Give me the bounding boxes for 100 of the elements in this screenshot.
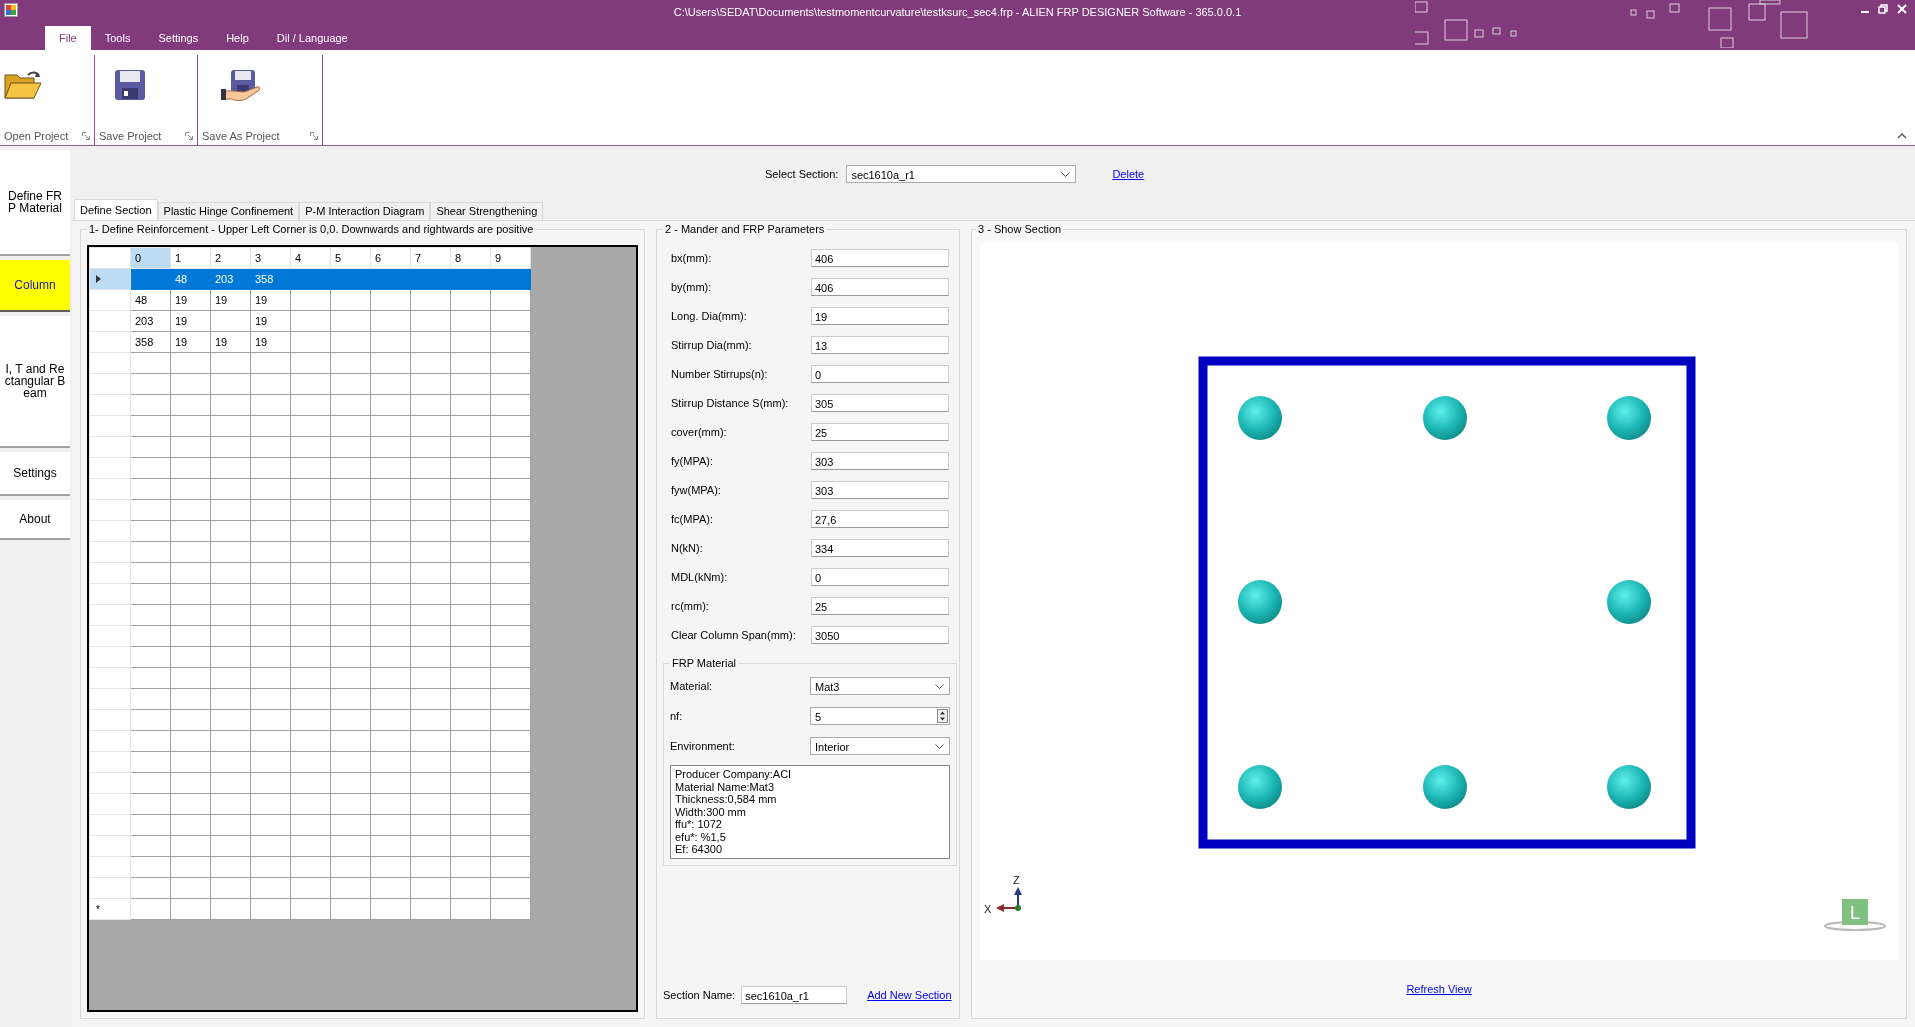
material-info-box[interactable]: Producer Company:ACI Material Name:Mat3 Thickness:0,584 mm Width:300 mm ffu*: 1072 efu*: %1,5 Ef: 64300 [670, 765, 950, 859]
menu-tab[interactable]: Help [212, 26, 263, 50]
field-label: N(kN): [671, 541, 704, 554]
field-label: nf: [670, 710, 684, 722]
tab[interactable]: P-M Interaction Diagram [299, 202, 431, 220]
field-label: fyw(MPA): [671, 483, 722, 496]
ribbon-button[interactable]: Save Project [97, 55, 164, 145]
menu-tab[interactable]: File [45, 26, 91, 50]
column-header[interactable]: 3 [250, 247, 291, 269]
column-header[interactable]: 0 [130, 247, 171, 269]
text-field[interactable]: 305 [811, 393, 949, 412]
viewport[interactable]: Z X L [980, 243, 1898, 960]
column-header[interactable]: 8 [450, 247, 491, 269]
column-header[interactable]: 2 [210, 247, 251, 269]
text-field[interactable]: 13 [811, 335, 949, 354]
text-field[interactable]: 25 [811, 596, 949, 615]
sidebar-item[interactable]: Settings [0, 452, 70, 496]
column-header[interactable]: 7 [410, 247, 451, 269]
tab[interactable]: Plastic Hinge Confinement [157, 202, 300, 220]
environment-dropdown[interactable]: Interior [810, 737, 950, 755]
caret-icon[interactable] [1897, 133, 1907, 139]
field-label: fy(MPA): [671, 454, 714, 467]
table-cell: 19 [175, 336, 188, 348]
close-icon[interactable] [1897, 4, 1907, 14]
column-header[interactable]: 6 [370, 247, 411, 269]
ribbon-button[interactable]: Save As Project [200, 55, 282, 145]
dialog-launcher-icon[interactable] [310, 132, 318, 140]
group-title: 1- Define Reinforcement - Upper Left Corner is 0,0. Downwards and rightwards are positive [88, 223, 535, 235]
ribbon-button[interactable]: Open Project [2, 55, 71, 145]
sidebar-item[interactable]: I, T and Rectangular Beam [0, 316, 70, 448]
field-label: MDL(kNm): [671, 570, 729, 583]
caret-icon [1061, 172, 1071, 177]
table-cell: 19 [175, 294, 188, 306]
group-title: FRP Material [671, 657, 737, 669]
text-field[interactable]: 303 [811, 480, 949, 499]
table-cell: 203 [215, 273, 234, 285]
row-header[interactable] [89, 268, 131, 290]
field-label: Section Name: [663, 989, 736, 1001]
table-cell: 48 [175, 273, 188, 285]
material-dropdown[interactable]: Mat3 [810, 677, 950, 695]
menu-tab[interactable]: Tools [90, 26, 145, 50]
app-icon [4, 3, 18, 17]
text-field[interactable]: sec1610a_r1 [741, 986, 848, 1004]
field-label: Number Stirrups(n): [671, 367, 769, 380]
axis-label: Z [1013, 874, 1020, 886]
text-field[interactable]: 25 [811, 422, 949, 441]
delete-link[interactable]: Delete [1112, 168, 1145, 180]
group-title: 2 - Mander and FRP Parameters [664, 223, 826, 235]
refresh-view-link[interactable]: Refresh View [1406, 983, 1472, 995]
field-label: by(mm): [671, 280, 713, 293]
text-field[interactable]: 406 [811, 248, 949, 267]
dialog-launcher-icon[interactable] [185, 132, 193, 140]
column-header[interactable]: 9 [490, 247, 531, 269]
table-cell: 19 [215, 336, 228, 348]
text-field[interactable]: 0 [811, 364, 949, 383]
text-field[interactable]: 27,6 [811, 509, 949, 528]
text-field[interactable]: 0 [811, 567, 949, 586]
axis-label: X [984, 903, 992, 915]
window-title: C:\Users\SEDAT\Documents\testmomentcurvature\testksurc_sec4.frp - ALIEN FRP DESIGNER Software - 365.0.0.1 [673, 6, 1242, 18]
field-label: Long. Dia(mm): [671, 309, 748, 322]
field-label: cover(mm): [671, 425, 728, 438]
text-field[interactable]: 19 [811, 306, 949, 325]
caret-icon [935, 744, 944, 749]
field-label: bx(mm): [671, 251, 713, 264]
text-field[interactable]: 303 [811, 451, 949, 470]
tab[interactable]: Shear Strengthening [430, 202, 544, 220]
sidebar-item[interactable]: Define FRP Material [0, 150, 70, 256]
restore-icon[interactable] [1878, 4, 1889, 14]
data-grid[interactable]: 0 1 2 3 4 5 6 7 8 9 48 203 358 48 19 19 19 203 19 19 358 19 19 19 * [87, 245, 638, 1012]
text-field[interactable]: 3050 [811, 625, 949, 644]
field-label: fc(MPA): [671, 512, 714, 525]
caret-icon [935, 684, 944, 689]
text-field[interactable]: 406 [811, 277, 949, 296]
sidebar-item[interactable]: Column [0, 260, 70, 312]
field-label: Environment: [670, 740, 736, 752]
table-cell: 19 [255, 294, 268, 306]
menu-tab[interactable]: Settings [144, 26, 213, 50]
table-cell: 358 [255, 273, 274, 285]
group-title: 3 - Show Section [977, 223, 1063, 235]
tab[interactable]: Define Section [74, 199, 158, 220]
text-field[interactable]: 334 [811, 538, 949, 557]
number-field[interactable]: 5 [810, 707, 950, 725]
field-label: rc(mm): [671, 599, 710, 612]
table-cell: 19 [255, 315, 268, 327]
table-cell: 203 [135, 315, 154, 327]
spinner-icon[interactable] [937, 709, 948, 723]
section-dropdown[interactable]: sec1610a_r1 [846, 165, 1077, 183]
add-section-link[interactable]: Add New Section [867, 989, 952, 1001]
axis-triad-drawing [996, 887, 1022, 912]
column-header[interactable]: 4 [290, 247, 331, 269]
column-header[interactable]: 1 [170, 247, 211, 269]
field-label: Clear Column Span(mm): [671, 628, 797, 641]
field-label: Stirrup Dia(mm): [671, 338, 753, 351]
column-header[interactable]: 5 [330, 247, 371, 269]
current-row-icon [96, 275, 101, 283]
dialog-launcher-icon[interactable] [82, 132, 90, 140]
table-cell: 19 [255, 336, 268, 348]
field-label: Material: [670, 680, 714, 692]
menu-tab[interactable]: Dil / Language [262, 26, 362, 50]
sidebar-item[interactable]: About [0, 500, 70, 540]
